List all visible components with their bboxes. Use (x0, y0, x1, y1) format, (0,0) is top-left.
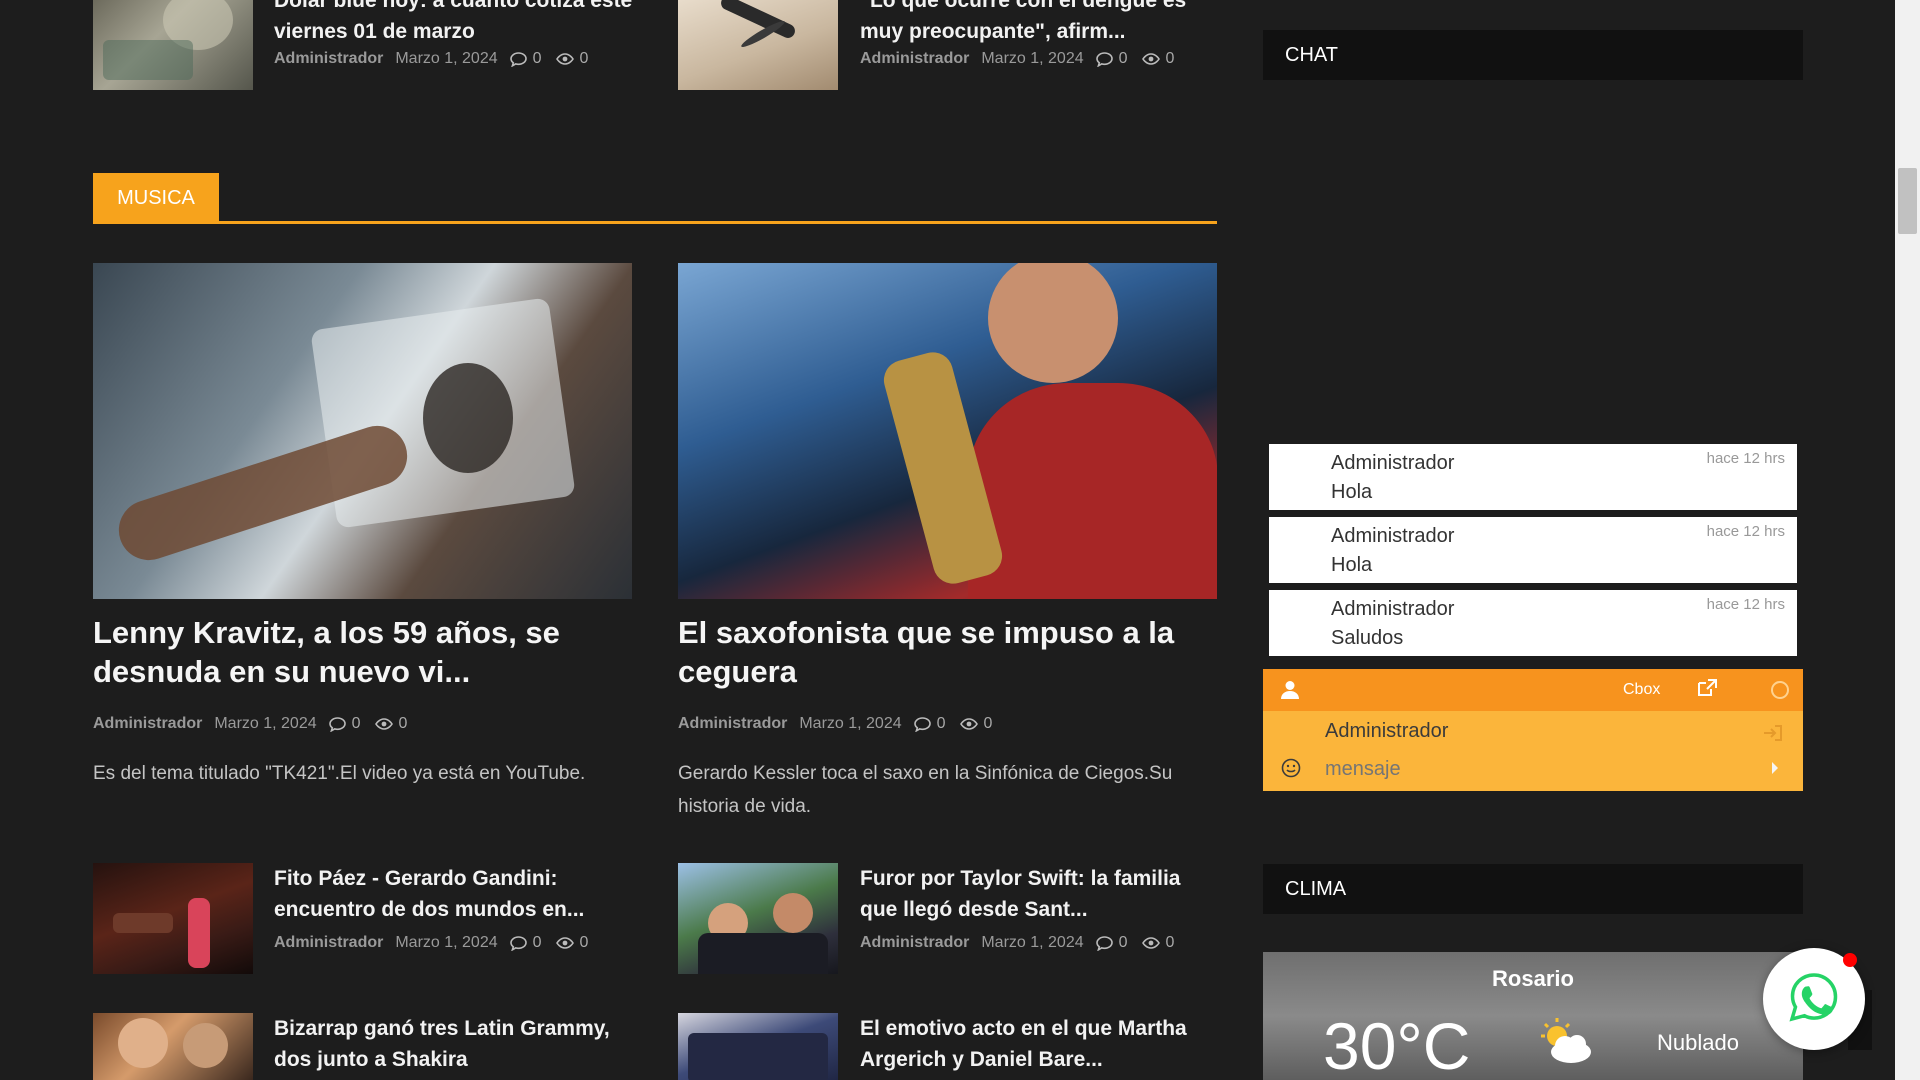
view-count: 0 (579, 934, 589, 951)
post-meta: Administrador Marzo 1, 2024 0 0 (860, 50, 1188, 68)
post-date: Marzo 1, 2024 (214, 715, 317, 732)
chat-message-time: hace 12 hrs (1706, 450, 1785, 467)
post-author[interactable]: Administrador (274, 934, 383, 952)
eye-icon (1141, 53, 1160, 65)
comment-count: 0 (532, 934, 542, 951)
comment-count: 0 (532, 50, 542, 67)
post-author[interactable]: Administrador (678, 715, 787, 733)
chat-message-time: hace 12 hrs (1706, 523, 1785, 540)
post-title[interactable]: Bizarrap ganó tres Latin Grammy, dos jun… (274, 1013, 634, 1075)
post-thumbnail-dollar[interactable] (93, 0, 253, 90)
eye-icon (959, 718, 978, 730)
chat-message-author: Administrador (1331, 452, 1455, 474)
chat-message-time: hace 12 hrs (1706, 596, 1785, 613)
post-date: Marzo 1, 2024 (395, 50, 498, 67)
featured-image-saxophone[interactable] (678, 263, 1217, 599)
comment-icon (913, 716, 931, 732)
post-title[interactable]: Dolar blue hoy: a cuánto cotiza este vie… (274, 0, 634, 47)
post-thumbnail-mosquito[interactable] (678, 0, 838, 90)
chat-message: Administrador Hola hace 12 hrs (1269, 444, 1797, 510)
featured-image-kravitz[interactable] (93, 263, 632, 599)
post-thumbnail-fito[interactable] (93, 863, 253, 974)
post-thumbnail-swift[interactable] (678, 863, 838, 974)
cbox-message-input[interactable] (1325, 755, 1745, 783)
section-tab-musica[interactable]: MUSICA (93, 173, 219, 223)
comment-icon (509, 51, 527, 67)
comment-count: 0 (1118, 50, 1128, 67)
view-count: 0 (579, 50, 589, 67)
comment-count: 0 (351, 715, 361, 732)
chat-message-text: Hola (1331, 481, 1373, 503)
view-count: 0 (983, 715, 993, 732)
post-date: Marzo 1, 2024 (395, 934, 498, 951)
post-title[interactable]: Fito Páez - Gerardo Gandini: encuentro d… (274, 863, 634, 925)
chat-message-text: Hola (1331, 554, 1373, 576)
post-title[interactable]: El emotivo acto en el que Martha Argeric… (860, 1013, 1220, 1075)
comment-count: 0 (1118, 934, 1128, 951)
post-author[interactable]: Administrador (860, 50, 969, 68)
login-icon[interactable] (1763, 724, 1783, 747)
weather-city: Rosario (1492, 966, 1574, 991)
comment-icon (1095, 935, 1113, 951)
post-meta: Administrador Marzo 1, 2024 0 0 (274, 934, 602, 952)
cbox-toolbar: Cbox (1263, 669, 1803, 711)
comment-icon (509, 935, 527, 951)
external-link-icon[interactable] (1696, 678, 1718, 703)
post-meta: Administrador Marzo 1, 2024 0 0 (860, 934, 1188, 952)
status-circle-icon[interactable] (1771, 681, 1789, 699)
cbox-username[interactable]: Administrador (1325, 720, 1448, 743)
chat-message: Administrador Hola hace 12 hrs (1269, 517, 1797, 583)
post-date: Marzo 1, 2024 (981, 934, 1084, 951)
eye-icon (1141, 937, 1160, 949)
user-icon[interactable] (1281, 680, 1299, 704)
post-author[interactable]: Administrador (274, 50, 383, 68)
chat-widget-title: CHAT (1263, 30, 1803, 80)
post-author[interactable]: Administrador (860, 934, 969, 952)
post-title[interactable]: "Lo que ocurre con el dengue es muy preo… (860, 0, 1220, 47)
comment-count: 0 (936, 715, 946, 732)
chat-message-author: Administrador (1331, 525, 1455, 547)
chat-message-text: Saludos (1331, 627, 1404, 649)
whatsapp-icon (1787, 970, 1841, 1029)
post-meta: Administrador Marzo 1, 2024 0 0 (678, 715, 1006, 733)
chat-message: Administrador Saludos hace 12 hrs (1269, 590, 1797, 656)
post-author[interactable]: Administrador (93, 715, 202, 733)
post-excerpt: Es del tema titulado "TK421".El video ya… (93, 763, 586, 784)
comment-icon (1095, 51, 1113, 67)
eye-icon (555, 53, 574, 65)
featured-title[interactable]: El saxofonista que se impuso a la ceguer… (678, 613, 1218, 691)
post-thumbnail-argerich[interactable] (678, 1013, 838, 1080)
cbox-brand-link[interactable]: Cbox (1623, 681, 1660, 699)
post-date: Marzo 1, 2024 (981, 50, 1084, 67)
section-divider (93, 221, 1217, 224)
weather-condition: Nublado (1657, 1030, 1739, 1055)
partly-cloudy-icon (1535, 1016, 1597, 1071)
scrollbar-thumb[interactable] (1898, 168, 1917, 234)
notification-dot (1843, 953, 1857, 967)
weather-temperature: 30°C (1323, 1009, 1471, 1080)
post-meta: Administrador Marzo 1, 2024 0 0 (274, 50, 602, 68)
view-count: 0 (1165, 50, 1175, 67)
view-count: 0 (1165, 934, 1175, 951)
post-date: Marzo 1, 2024 (799, 715, 902, 732)
post-excerpt: Gerardo Kessler toca el saxo en la Sinfó… (678, 763, 1173, 817)
view-count: 0 (398, 715, 408, 732)
post-meta: Administrador Marzo 1, 2024 0 0 (93, 715, 421, 733)
weather-widget: Rosario 30°C Nublado (1263, 952, 1803, 1080)
cbox-message-form: Administrador (1263, 711, 1803, 791)
post-title[interactable]: Furor por Taylor Swift: la familia que l… (860, 863, 1220, 925)
weather-widget-title: CLIMA (1263, 864, 1803, 914)
eye-icon (555, 937, 574, 949)
page-scrollbar[interactable] (1895, 0, 1920, 1080)
post-thumbnail-bizarrap[interactable] (93, 1013, 253, 1080)
send-arrow-icon[interactable] (1772, 762, 1778, 774)
smiley-icon[interactable] (1281, 758, 1301, 783)
chat-message-author: Administrador (1331, 598, 1455, 620)
eye-icon (374, 718, 393, 730)
comment-icon (328, 716, 346, 732)
featured-title[interactable]: Lenny Kravitz, a los 59 años, se desnuda… (93, 613, 633, 691)
